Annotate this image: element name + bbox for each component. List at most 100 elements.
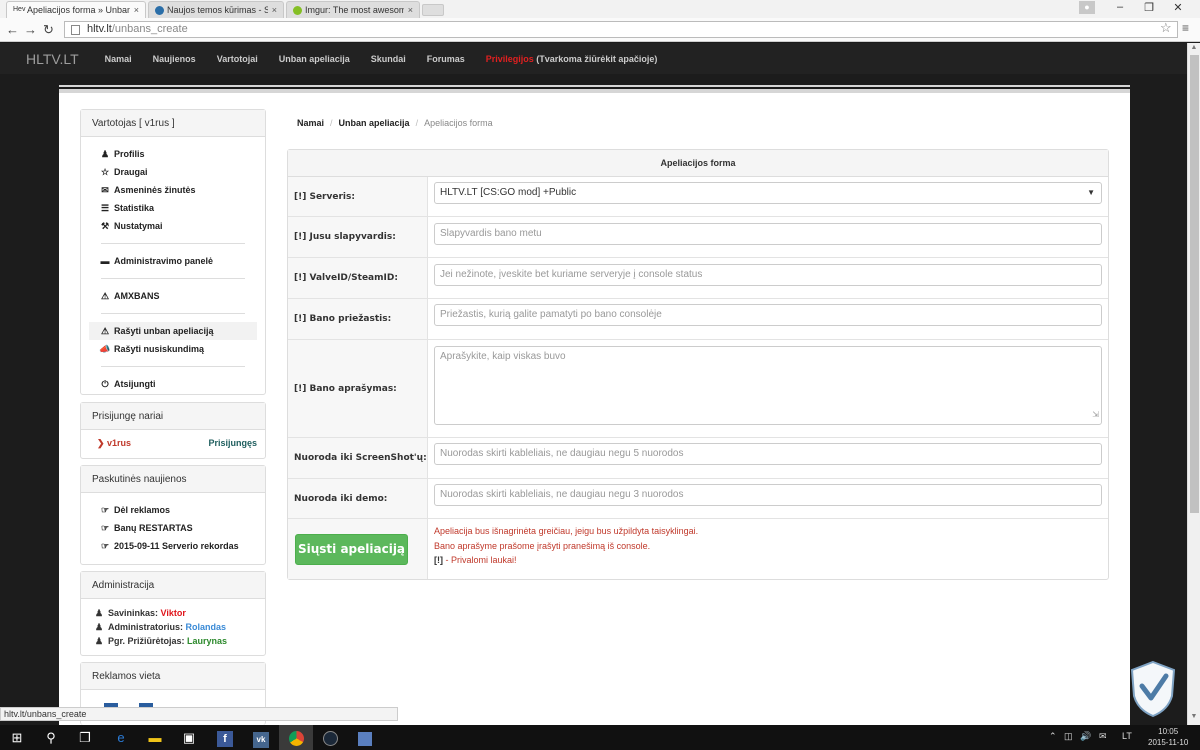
restore-icon[interactable]: ❐ [1135,1,1163,14]
breadcrumb: Namai / Unban apeliacija / Apeliacijos forma [287,110,1109,136]
submit-cell: Siųsti apeliaciją [288,519,428,579]
tab-naujos-temos[interactable]: Naujos temos kūrimas - S × [148,1,284,18]
url-path: /unbans_create [111,23,188,35]
steamid-input[interactable]: Jei nežinote, įveskite bet kuriame serve… [434,264,1102,286]
site-navbar: HLTV.LT Namai Naujienos Vartotojai Unban… [0,43,1187,74]
new-tab-button[interactable] [422,4,444,16]
volume-icon[interactable]: 🔊 [1080,731,1091,742]
bookmark-star-icon[interactable]: ☆ [1160,20,1172,36]
submit-appeal-button[interactable]: Siųsti apeliaciją [295,534,408,565]
sidebar-item-label: Draugai [114,167,148,177]
nav-privilegijos[interactable]: Privilegijos (Tvarkoma žiūrėkit apačioje… [486,54,658,64]
windows-start-icon[interactable]: ⊞ [0,725,34,750]
windows-taskbar: ⊞ ⚲ ❐ e ▬ ▣ f vk ⌃ ◫ 🔊 ✉ LT 10:05 2015-1… [0,725,1200,750]
sidebar-item-rasyti-unban[interactable]: ⚠ Rašyti unban apeliaciją [89,322,257,340]
scroll-down-icon[interactable]: ▼ [1188,713,1200,720]
news-item[interactable]: ☞ Dėl reklamos [81,501,265,519]
user-icon: ♟ [95,608,104,618]
file-explorer-icon[interactable]: ▬ [138,725,172,750]
form-title: Apeliacijos forma [288,150,1108,177]
url-input[interactable]: hltv.lt/unbans_create [64,21,1178,38]
sidebar-item-profilis[interactable]: ♟ Profilis [81,145,265,163]
admin-role: Pgr. Prižiūrėtojas: [108,636,188,646]
nav-naujienos[interactable]: Naujienos [153,54,196,64]
sidebar-item-rasyti-skunda[interactable]: 📣 Rašyti nusiskundimą [81,340,265,358]
tab-imgur[interactable]: Imgur: The most awesome × [286,1,420,18]
taskbar-clock[interactable]: 10:05 2015-11-10 [1148,726,1188,748]
search-icon[interactable]: ⚲ [34,725,68,750]
user-icon: ♟ [95,622,104,632]
news-item[interactable]: ☞ Banų RESTARTAS [81,519,265,537]
nav-skundai[interactable]: Skundai [371,54,406,64]
screenshot-input[interactable]: Nuorodas skirti kableliais, ne daugiau n… [434,443,1102,465]
nickname-input[interactable]: Slapyvardis bano metu [434,223,1102,245]
ban-reason-input[interactable]: Priežastis, kurią galite pamatyti po ban… [434,304,1102,326]
nav-unban-apeliacija[interactable]: Unban apeliacija [279,54,350,64]
sidebar-item-statistika[interactable]: ☰ Statistika [81,199,265,217]
back-arrow-icon[interactable]: ← [6,22,19,37]
sidebar-item-amxbans[interactable]: ⚠ AMXBANS [81,287,265,305]
steam-icon[interactable] [313,725,347,750]
breadcrumb-section[interactable]: Unban apeliacija [339,118,410,128]
row-submit: Siųsti apeliaciją Apeliacija bus išnagri… [288,519,1108,579]
online-user-link[interactable]: ❯ v1rus [97,432,131,454]
page-scrollbar[interactable]: ▲ ▼ [1187,43,1200,725]
nickname-label: [!] Jusu slapyvardis: [288,217,428,257]
appeal-form: Apeliacijos forma [!] Serveris: HLTV.LT … [287,149,1109,580]
close-icon[interactable]: × [408,5,413,15]
power-icon: ⏻ [101,379,109,389]
sidebar-item-nustatymai[interactable]: ⚒ Nustatymai [81,217,265,235]
nav-vartotojai[interactable]: Vartotojai [217,54,258,64]
minimize-icon[interactable]: – [1106,1,1134,13]
news-item[interactable]: ☞ 2015-09-11 Serverio rekordas [81,537,265,555]
close-icon[interactable]: × [272,5,277,15]
sidebar-item-draugai[interactable]: ☆ Draugai [81,163,265,181]
admin-name[interactable]: Laurynas [187,636,227,646]
tray-chevron-icon[interactable]: ⌃ [1049,731,1057,742]
latest-news-box: Paskutinės naujienos ☞ Dėl reklamos ☞ Banų… [80,465,266,565]
facebook-icon[interactable]: f [208,725,242,750]
breadcrumb-home[interactable]: Namai [297,118,324,128]
hev-favicon-icon: Hev [13,6,26,13]
divider [101,313,245,314]
reload-icon[interactable]: ↻ [43,22,54,38]
forward-arrow-icon[interactable]: → [24,22,37,37]
demo-input[interactable]: Nuorodas skirti kableliais, ne daugiau n… [434,484,1102,506]
required-text: - Privalomi laukai! [443,555,517,565]
app-icon[interactable] [348,725,382,750]
admin-role: Administratorius: [108,622,186,632]
ban-description-placeholder: Aprašykite, kaip viskas buvo [440,351,566,362]
close-icon[interactable]: × [134,5,139,15]
nav-namai[interactable]: Namai [105,54,132,64]
site-brand[interactable]: HLTV.LT [26,51,79,67]
edge-icon[interactable]: e [104,725,138,750]
chrome-icon[interactable] [279,725,313,750]
ban-description-textarea[interactable]: Aprašykite, kaip viskas buvo ⇲ [434,346,1102,425]
store-icon[interactable]: ▣ [172,725,206,750]
scroll-up-icon[interactable]: ▲ [1188,44,1200,51]
network-icon[interactable]: ◫ [1064,731,1073,742]
clock-time: 10:05 [1158,727,1179,736]
nav-forumas[interactable]: Forumas [427,54,465,64]
task-view-icon[interactable]: ❐ [68,725,102,750]
notifications-icon[interactable]: ✉ [1099,731,1107,742]
sidebar-item-admin-panel[interactable]: ▬ Administravimo panelė [81,252,265,270]
nav-privilegijos-note: (Tvarkoma žiūrėkit apačioje) [533,53,658,64]
tab-apeliacijos-forma[interactable]: Hev Apeliacijos forma » Unbans × [6,1,146,18]
divider [101,278,245,279]
server-select[interactable]: HLTV.LT [CS:GO mod] +Public ▼ [434,182,1102,204]
admin-name[interactable]: Viktor [161,608,186,618]
sidebar-item-zinutes[interactable]: ✉ Asmeninės žinutės [81,181,265,199]
browser-menu-icon[interactable]: ≡ [1182,21,1189,35]
demo-label: Nuoroda iki demo: [288,479,428,518]
admin-name[interactable]: Rolandas [186,622,227,632]
vk-icon[interactable]: vk [244,725,278,750]
scroll-thumb[interactable] [1190,55,1199,513]
window-close-icon[interactable]: ✕ [1164,1,1192,14]
user-icon: ♟ [100,149,110,159]
administration-box: Administracija ♟ Savininkas: Viktor ♟ Admi… [80,571,266,656]
input-language[interactable]: LT [1122,731,1132,741]
profile-icon[interactable]: ● [1079,1,1095,14]
resize-grip-icon[interactable]: ⇲ [1092,407,1099,423]
sidebar-item-atsijungti[interactable]: ⏻ Atsijungti [81,375,265,393]
